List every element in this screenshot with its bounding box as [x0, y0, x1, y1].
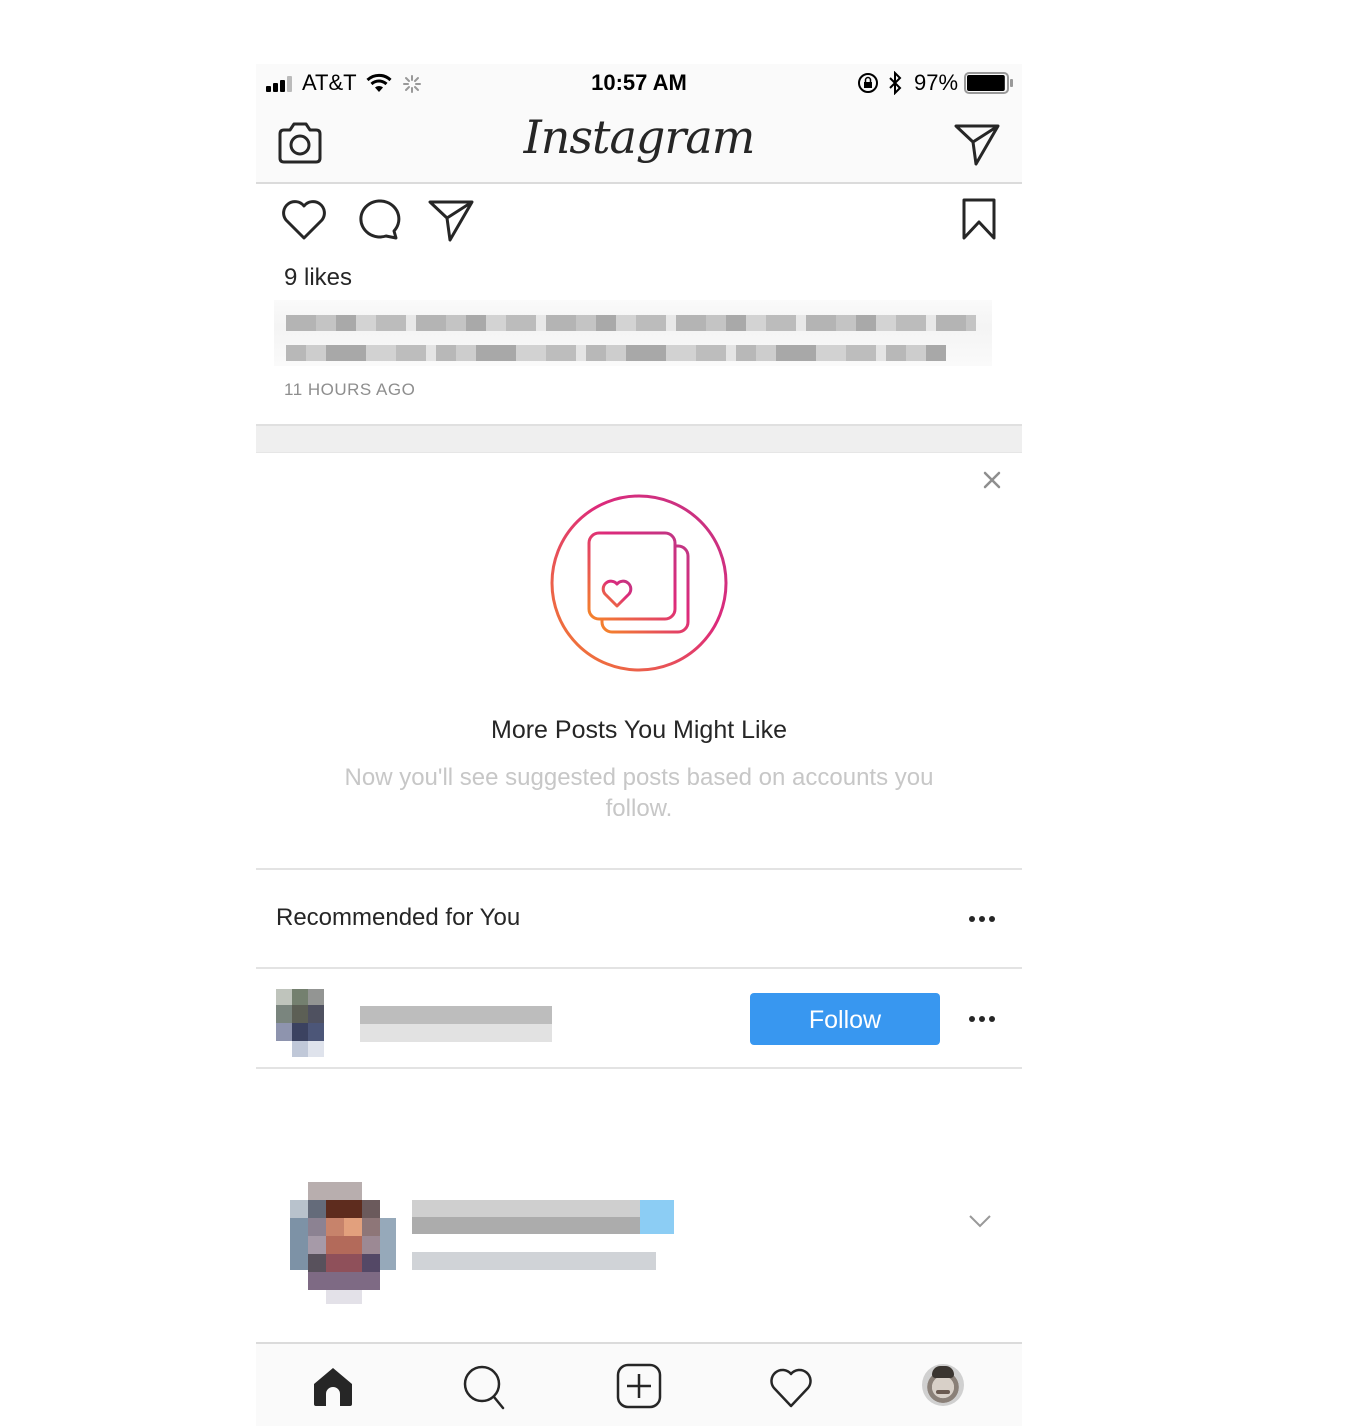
share-icon[interactable] [428, 198, 474, 242]
recommended-title: Recommended for You [276, 904, 521, 931]
bottom-tab-bar [256, 1342, 1022, 1426]
post-author-name-redacted[interactable] [412, 1200, 640, 1234]
clock: 10:57 AM [591, 70, 687, 95]
battery-icon [964, 72, 1013, 94]
new-post-icon[interactable] [615, 1362, 663, 1410]
follow-button[interactable]: Follow [750, 993, 940, 1045]
more-options-icon[interactable] [968, 1014, 996, 1024]
feed-section-separator [256, 424, 1022, 453]
verified-badge-redacted [640, 1200, 674, 1234]
post-location-redacted[interactable] [412, 1252, 656, 1270]
post-author-avatar[interactable] [290, 1182, 396, 1306]
search-icon[interactable] [462, 1364, 506, 1410]
home-icon[interactable] [310, 1366, 356, 1408]
status-bar: AT&T 10:57 AM 97% [256, 64, 1022, 102]
post-timestamp: 11 HOURS AGO [284, 380, 416, 399]
orientation-lock-icon [858, 73, 878, 93]
battery-percent: 97% [914, 70, 959, 95]
bluetooth-icon [889, 71, 902, 95]
divider [256, 967, 1022, 969]
activity-icon[interactable] [768, 1366, 814, 1408]
profile-avatar[interactable] [922, 1364, 964, 1406]
account-username-redacted[interactable] [360, 1006, 552, 1042]
direct-message-icon[interactable] [954, 122, 1000, 166]
instagram-logo: Instagram [523, 110, 756, 164]
likes-count[interactable]: 9 likes [284, 264, 352, 292]
account-avatar[interactable] [276, 989, 326, 1059]
like-icon[interactable] [280, 198, 328, 240]
suggested-posts-subtitle: Now you'll see suggested posts based on … [344, 764, 934, 822]
bookmark-icon[interactable] [960, 198, 998, 240]
suggested-posts-title: More Posts You Might Like [491, 716, 787, 744]
instagram-app: AT&T 10:57 AM 97% Instagram 9 likes 11 H… [256, 64, 1022, 1426]
more-options-icon[interactable] [968, 914, 996, 924]
close-icon[interactable] [982, 470, 1002, 490]
top-nav-bar: Instagram [256, 102, 1022, 184]
chevron-down-icon[interactable] [968, 1214, 992, 1228]
comment-icon[interactable] [356, 197, 402, 241]
divider [256, 868, 1022, 870]
suggested-posts-icon [550, 494, 728, 672]
divider [256, 1067, 1022, 1069]
